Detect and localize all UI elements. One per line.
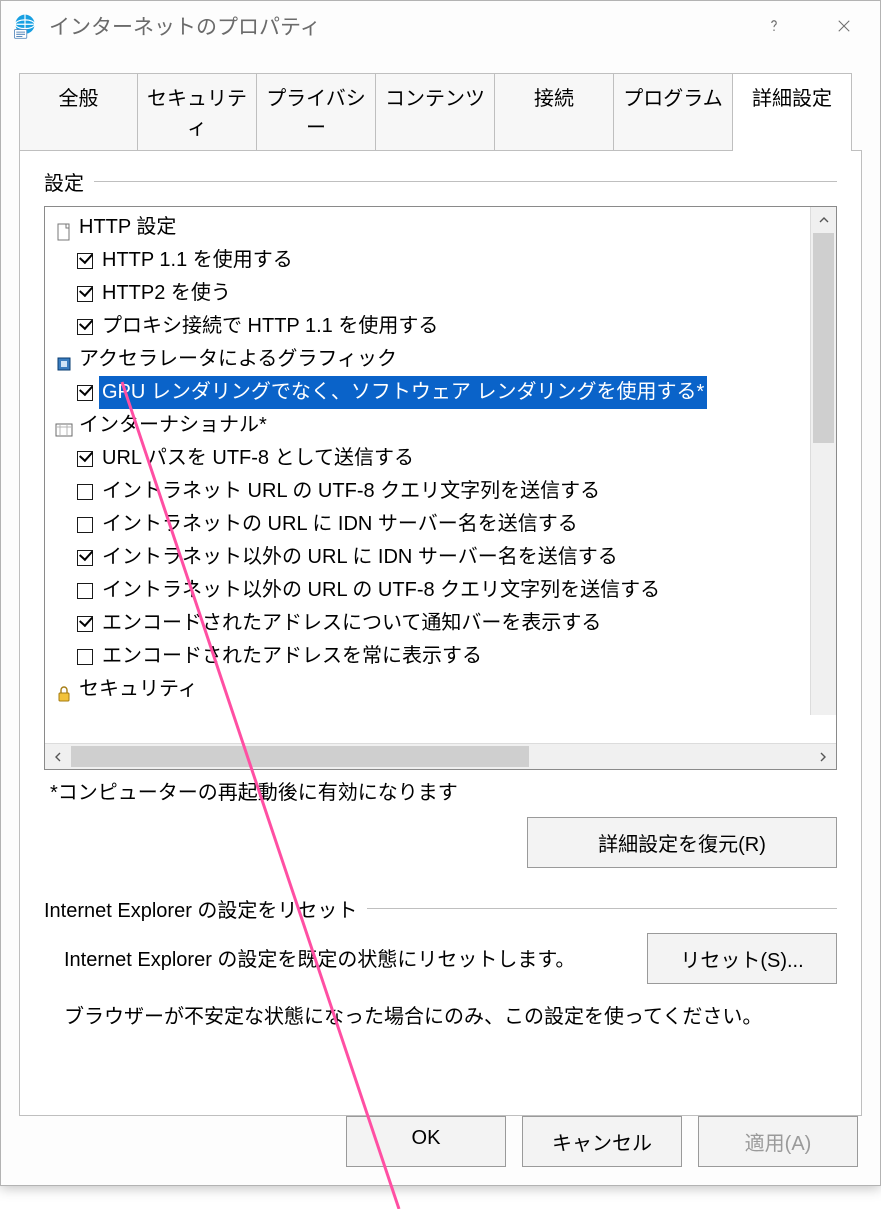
reset-warning: ブラウザーが不安定な状態になった場合にのみ、この設定を使ってください。 — [64, 1000, 837, 1029]
scroll-up-icon[interactable] — [811, 207, 836, 233]
group-label-text: 設定 — [44, 167, 84, 196]
restore-advanced-button[interactable]: 詳細設定を復元(R) — [527, 817, 837, 868]
button-label: リセット(S)... — [680, 950, 803, 972]
scroll-right-icon[interactable] — [810, 744, 836, 769]
tab-label: 全般 — [59, 88, 99, 110]
tab-label: 詳細設定 — [752, 88, 832, 110]
reset-description: Internet Explorer の設定を既定の状態にリセットします。 — [64, 943, 575, 972]
globe-icon — [55, 417, 73, 435]
setting-http11[interactable]: HTTP 1.1 を使用する — [53, 244, 808, 277]
dialog-footer: OK キャンセル 適用(A) — [1, 1116, 880, 1185]
apply-button[interactable]: 適用(A) — [698, 1116, 858, 1167]
setting-nonintranet-utf8-query[interactable]: イントラネット以外の URL の UTF-8 クエリ文字列を送信する — [53, 574, 808, 607]
cancel-button[interactable]: キャンセル — [522, 1116, 682, 1167]
checkbox[interactable] — [77, 484, 93, 500]
divider — [94, 181, 837, 182]
button-label: キャンセル — [552, 1133, 652, 1155]
checkbox[interactable] — [77, 583, 93, 599]
button-label: 詳細設定を復元(R) — [598, 834, 766, 856]
setting-label: イントラネット以外の URL に IDN サーバー名を送信する — [99, 541, 621, 574]
category-security[interactable]: セキュリティ — [53, 673, 808, 706]
category-accelerated-graphics[interactable]: アクセラレータによるグラフィック — [53, 343, 808, 376]
divider — [367, 908, 837, 909]
checkbox[interactable] — [77, 517, 93, 533]
category-international[interactable]: インターナショナル* — [53, 409, 808, 442]
restart-footnote: *コンピューターの再起動後に有効になります — [50, 776, 837, 805]
setting-label: イントラネット以外の URL の UTF-8 クエリ文字列を送信する — [99, 574, 663, 607]
category-label: セキュリティ — [79, 673, 198, 706]
scroll-left-icon[interactable] — [45, 744, 71, 769]
checkbox[interactable] — [77, 319, 93, 335]
tab-connections[interactable]: 接続 — [495, 73, 614, 150]
reset-button[interactable]: リセット(S)... — [647, 933, 837, 984]
setting-label: HTTP 1.1 を使用する — [99, 244, 296, 277]
category-label: インターナショナル* — [79, 409, 267, 442]
setting-proxy-http11[interactable]: プロキシ接続で HTTP 1.1 を使用する — [53, 310, 808, 343]
tab-label: セキュリティ — [147, 88, 247, 139]
setting-label: イントラネットの URL に IDN サーバー名を送信する — [99, 508, 581, 541]
button-label: OK — [412, 1127, 441, 1149]
checkbox[interactable] — [77, 253, 93, 269]
tab-label: プライバシー — [266, 88, 366, 139]
button-label: 適用(A) — [745, 1133, 812, 1155]
tab-advanced[interactable]: 詳細設定 — [733, 73, 852, 150]
tab-privacy[interactable]: プライバシー — [257, 73, 376, 150]
vertical-scrollbar[interactable] — [810, 207, 836, 715]
setting-label: エンコードされたアドレスについて通知バーを表示する — [99, 607, 604, 640]
checkbox[interactable] — [77, 649, 93, 665]
checkbox[interactable] — [77, 451, 93, 467]
checkbox[interactable] — [77, 550, 93, 566]
close-button[interactable] — [814, 6, 874, 46]
setting-intranet-idn[interactable]: イントラネットの URL に IDN サーバー名を送信する — [53, 508, 808, 541]
settings-tree: HTTP 設定 HTTP 1.1 を使用する HTTP2 を使う プロキシ接続で… — [44, 206, 837, 770]
tab-label: コンテンツ — [385, 88, 485, 110]
internet-options-icon — [11, 12, 39, 40]
setting-label: URL パスを UTF-8 として送信する — [99, 442, 417, 475]
group-label-text: Internet Explorer の設定をリセット — [44, 894, 357, 923]
setting-nonintranet-idn[interactable]: イントラネット以外の URL に IDN サーバー名を送信する — [53, 541, 808, 574]
ok-button[interactable]: OK — [346, 1116, 506, 1167]
chip-icon — [55, 351, 73, 369]
scrollbar-thumb[interactable] — [813, 233, 834, 443]
advanced-tab-panel: 設定 HTTP 設定 HTTP 1.1 を使用する HTTP2 を使う プロキシ… — [19, 150, 862, 1116]
category-label: HTTP 設定 — [79, 211, 176, 244]
setting-url-utf8[interactable]: URL パスを UTF-8 として送信する — [53, 442, 808, 475]
tab-content[interactable]: コンテンツ — [376, 73, 495, 150]
tab-label: 接続 — [534, 88, 574, 110]
category-label: アクセラレータによるグラフィック — [79, 343, 397, 376]
checkbox[interactable] — [77, 385, 93, 401]
tab-general[interactable]: 全般 — [19, 73, 138, 150]
setting-label: プロキシ接続で HTTP 1.1 を使用する — [99, 310, 441, 343]
tab-programs[interactable]: プログラム — [614, 73, 733, 150]
tab-label: プログラム — [623, 88, 722, 110]
setting-http2[interactable]: HTTP2 を使う — [53, 277, 808, 310]
window-title: インターネットのプロパティ — [49, 11, 734, 41]
horizontal-scrollbar[interactable] — [45, 743, 836, 769]
tab-security[interactable]: セキュリティ — [138, 73, 257, 150]
internet-properties-dialog: インターネットのプロパティ 全般 セキュリティ プライバシー コンテンツ 接続 … — [0, 0, 881, 1186]
reset-group-label: Internet Explorer の設定をリセット — [44, 894, 837, 923]
checkbox[interactable] — [77, 286, 93, 302]
setting-label: イントラネット URL の UTF-8 クエリ文字列を送信する — [99, 475, 603, 508]
settings-group-label: 設定 — [44, 167, 837, 196]
setting-intranet-utf8-query[interactable]: イントラネット URL の UTF-8 クエリ文字列を送信する — [53, 475, 808, 508]
document-icon — [55, 219, 73, 237]
setting-encoded-always[interactable]: エンコードされたアドレスを常に表示する — [53, 640, 808, 673]
titlebar: インターネットのプロパティ — [1, 1, 880, 51]
setting-label: エンコードされたアドレスを常に表示する — [99, 640, 485, 673]
scrollbar-thumb[interactable] — [71, 746, 529, 767]
category-http[interactable]: HTTP 設定 — [53, 211, 808, 244]
setting-software-rendering[interactable]: GPU レンダリングでなく、ソフトウェア レンダリングを使用する* — [53, 376, 808, 409]
checkbox[interactable] — [77, 616, 93, 632]
setting-label: HTTP2 を使う — [99, 277, 234, 310]
lock-icon — [55, 681, 73, 699]
setting-encoded-notify[interactable]: エンコードされたアドレスについて通知バーを表示する — [53, 607, 808, 640]
help-button[interactable] — [744, 6, 804, 46]
setting-label: GPU レンダリングでなく、ソフトウェア レンダリングを使用する* — [99, 376, 707, 409]
tab-strip: 全般 セキュリティ プライバシー コンテンツ 接続 プログラム 詳細設定 — [19, 73, 862, 150]
